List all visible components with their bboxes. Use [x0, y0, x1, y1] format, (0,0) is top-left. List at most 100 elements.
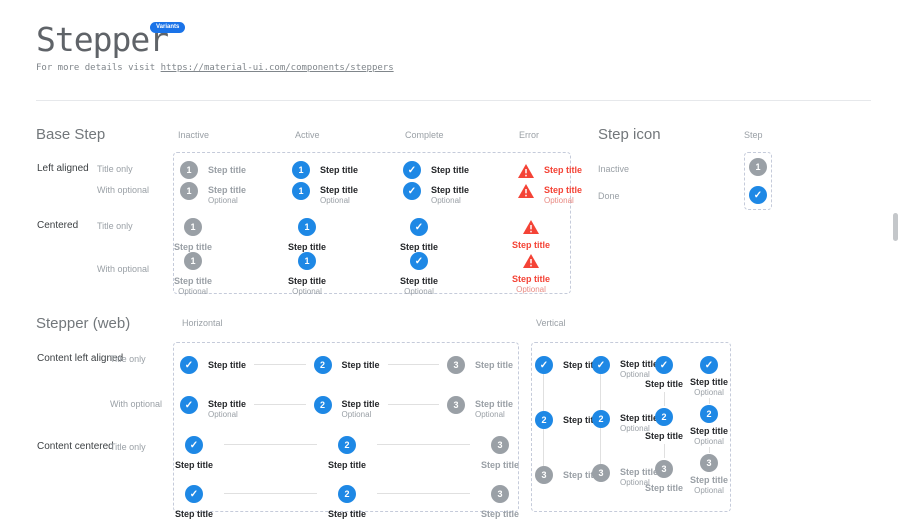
step-connector: [543, 429, 544, 466]
horizontal-stepper-centered-optional: ✓ Step title 2 Step title 3 Step title: [172, 485, 522, 520]
step-title: Step title: [288, 276, 326, 287]
step-number-icon: 3: [535, 466, 553, 484]
check-icon: ✓: [180, 396, 198, 414]
step-number-icon: 3: [592, 464, 610, 482]
optional-label: Optional: [404, 287, 434, 296]
stepper-web-heading: Stepper (web): [36, 315, 130, 332]
row-label-left-aligned: Left aligned: [37, 163, 89, 174]
variant-label-with-optional: With optional: [97, 185, 149, 195]
step-title: Step title: [645, 483, 683, 494]
step-title: Step title: [475, 399, 513, 410]
step-title: Step title: [431, 185, 469, 196]
horizontal-stepper-centered: ✓ Step title 2 Step title 3 Step title: [172, 436, 522, 471]
step-connector: [664, 444, 665, 458]
step-title: Step title: [342, 360, 380, 371]
step-number-icon: 3: [447, 356, 465, 374]
base-step-centered-inactive-optional: 1 Step title Optional: [168, 252, 218, 296]
step-connector: [709, 447, 710, 453]
column-header-error: Error: [519, 130, 539, 140]
base-step-active-optional: 1 Step title Optional: [292, 182, 358, 205]
variant-label-with-optional-2: With optional: [97, 264, 149, 274]
step-title: Step title: [342, 399, 380, 410]
step-title: Step title: [208, 165, 246, 176]
step-connector: [709, 398, 710, 404]
stepper-step-active: 2 Step title: [325, 436, 369, 471]
check-icon: ✓: [655, 356, 673, 374]
step-connector: [543, 374, 544, 411]
row-label-centered: Centered: [37, 220, 78, 231]
step-number-icon: 2: [592, 410, 610, 428]
optional-label: Optional: [208, 410, 246, 419]
base-step-centered-inactive: 1 Step title: [168, 218, 218, 253]
step-title: Step title: [690, 426, 728, 437]
column-header-vertical: Vertical: [536, 318, 566, 328]
base-step-error-optional: Step title Optional: [518, 182, 582, 205]
check-icon: ✓: [403, 161, 421, 179]
step-connector: [377, 444, 470, 445]
step-connector: [388, 404, 439, 405]
stepper-step-active: 2 Step title: [325, 485, 369, 520]
step-title: Step title: [320, 185, 358, 196]
check-icon: ✓: [592, 356, 610, 374]
optional-label: Optional: [292, 287, 322, 296]
stepper-step-complete: ✓ Step title: [180, 356, 246, 374]
step-number-icon: 1: [749, 158, 767, 176]
step-connector: [600, 374, 601, 410]
base-step-active: 1 Step title: [292, 161, 358, 179]
step-number-icon: 3: [491, 436, 509, 454]
optional-label: Optional: [516, 285, 546, 294]
check-icon: ✓: [185, 485, 203, 503]
step-title: Step title: [320, 165, 358, 176]
horizontal-stepper-specbox: ✓ Step title 2 Step title 3 Step title ✓…: [173, 342, 519, 512]
horizontal-stepper-title-only: ✓ Step title 2 Step title 3 Step title: [180, 356, 513, 374]
base-step-complete-optional: ✓ Step title Optional: [403, 182, 469, 205]
step-title: Step title: [645, 431, 683, 442]
step-title: Step title: [328, 460, 366, 471]
vertical-scrollbar-thumb[interactable]: [893, 213, 898, 241]
column-header-complete: Complete: [405, 130, 444, 140]
base-step-centered-active: 1 Step title: [282, 218, 332, 253]
base-step-specbox: 1 Step title 1 Step title ✓ Step title S…: [173, 152, 571, 294]
subtitle-text: For more details visit: [36, 63, 161, 73]
base-step-centered-active-optional: 1 Step title Optional: [282, 252, 332, 296]
step-title: Step title: [690, 377, 728, 388]
step-title: Step title: [512, 274, 550, 285]
step-number-icon: 3: [655, 460, 673, 478]
step-connector: [388, 364, 439, 365]
step-number-icon: 3: [447, 396, 465, 414]
step-title: Step title: [481, 460, 519, 471]
base-step-centered-error: Step title: [506, 218, 556, 251]
row-label-done: Done: [598, 191, 620, 201]
step-title: Step title: [544, 185, 582, 196]
step-connector: [224, 444, 317, 445]
material-ui-link[interactable]: https://material-ui.com/components/stepp…: [161, 63, 394, 73]
step-connector: [254, 404, 305, 405]
step-icon-specbox: 1 ✓: [744, 152, 772, 210]
step-number-icon: 1: [184, 218, 202, 236]
step-number-icon: 1: [180, 182, 198, 200]
step-number-icon: 1: [298, 252, 316, 270]
step-number-icon: 2: [655, 408, 673, 426]
warning-icon: [518, 184, 534, 198]
vertical-stepper-centered-optional: ✓ Step title Optional 2 Step title Optio…: [681, 356, 737, 495]
check-icon: ✓: [410, 218, 428, 236]
column-header-step: Step: [744, 130, 763, 140]
variant-label-title-only-2: Title only: [97, 221, 133, 231]
step-title: Step title: [175, 509, 213, 520]
check-icon: ✓: [403, 182, 421, 200]
horizontal-stepper-with-optional: ✓ Step title Optional 2 Step title Optio…: [180, 396, 513, 419]
step-title: Step title: [174, 276, 212, 287]
base-step-centered-complete: ✓ Step title: [394, 218, 444, 253]
optional-label: Optional: [431, 196, 469, 205]
column-header-active: Active: [295, 130, 320, 140]
variant-label-title-only-web-2: Title only: [110, 442, 146, 452]
step-title: Step title: [328, 509, 366, 520]
step-title: Step title: [208, 399, 246, 410]
step-title: Step title: [208, 185, 246, 196]
page-title: Stepper: [36, 20, 168, 59]
stepper-step-complete: ✓ Step title: [172, 485, 216, 520]
step-title: Step title: [645, 379, 683, 390]
optional-label: Optional: [208, 196, 246, 205]
subtitle: For more details visit https://material-…: [36, 63, 394, 73]
optional-label: Optional: [178, 287, 208, 296]
